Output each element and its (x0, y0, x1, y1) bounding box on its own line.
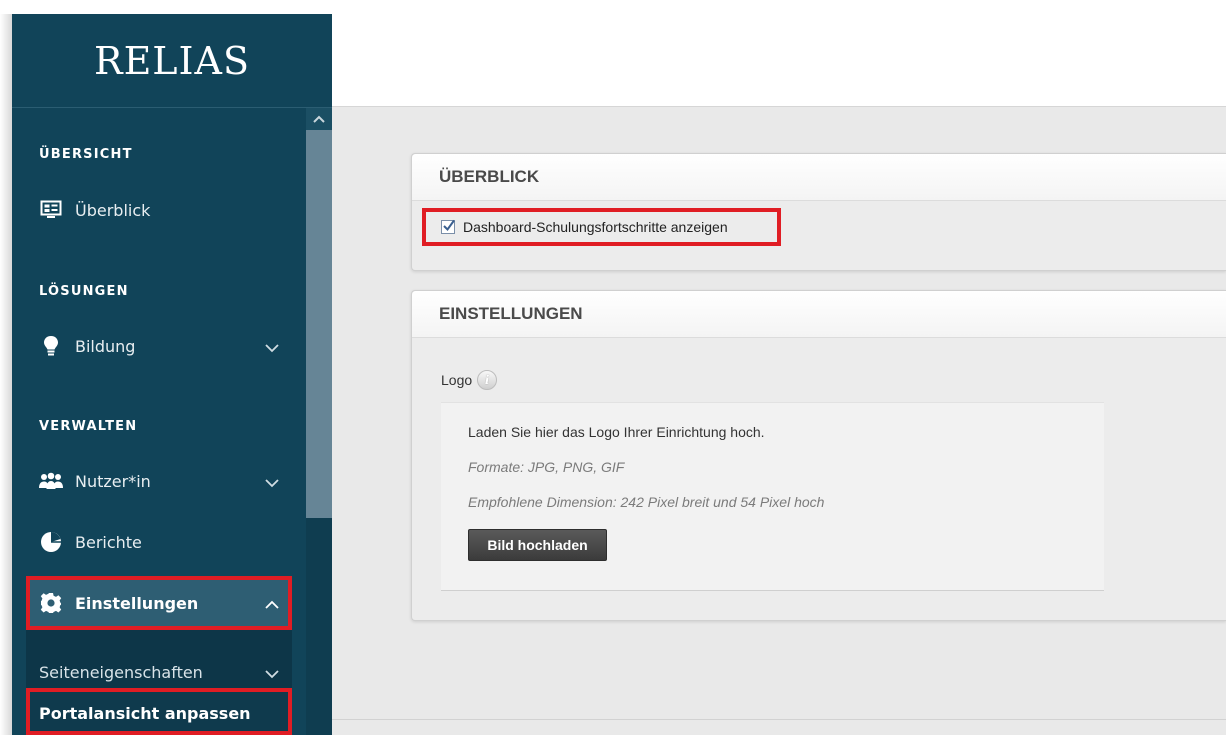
dashboard-progress-checkbox-row[interactable]: Dashboard-Schulungsfortschritte anzeigen (422, 208, 781, 246)
panel-einstellungen: EINSTELLUNGEN Logo i Laden Sie hier das … (411, 290, 1226, 621)
panel-title: EINSTELLUNGEN (412, 291, 1226, 338)
sidebar-divider (12, 107, 332, 108)
chevron-down-icon (264, 338, 280, 357)
sidebar: RELIAS ÜBERSICHT Überblick LÖSUNGEN Bild… (12, 14, 332, 735)
logo-field-label: Logo i (441, 370, 498, 390)
upload-dimension: Empfohlene Dimension: 242 Pixel breit un… (468, 494, 825, 510)
scrollbar-thumb[interactable] (306, 130, 332, 518)
upload-instruction: Laden Sie hier das Logo Ihrer Einrichtun… (468, 424, 765, 440)
sidebar-subitem-label: Portalansicht anpassen (39, 704, 251, 723)
checkbox[interactable] (441, 219, 455, 234)
upload-formats: Formate: JPG, PNG, GIF (468, 459, 625, 475)
sidebar-item-label: Einstellungen (75, 593, 199, 613)
sidebar-item-berichte[interactable]: Berichte (26, 519, 292, 565)
chevron-down-icon (264, 473, 280, 492)
sidebar-item-einstellungen[interactable]: Einstellungen (26, 576, 292, 630)
lightbulb-icon (39, 334, 63, 358)
gear-icon (39, 591, 63, 615)
top-bar (332, 14, 1226, 107)
info-icon-glyph: i (484, 373, 490, 387)
dashboard-icon (39, 198, 63, 222)
pie-chart-icon (39, 530, 63, 554)
sidebar-scrollbar[interactable] (306, 108, 332, 735)
brand-logo-text: RELIAS (93, 38, 251, 83)
scroll-up-icon[interactable] (306, 108, 332, 130)
sidebar-item-bildung[interactable]: Bildung (26, 323, 292, 369)
app-window: RELIAS ÜBERSICHT Überblick LÖSUNGEN Bild… (0, 0, 1226, 735)
sidebar-item-label: Bildung (75, 336, 136, 356)
sidebar-item-nutzer[interactable]: Nutzer*in (26, 458, 292, 504)
logo-upload-box: Laden Sie hier das Logo Ihrer Einrichtun… (441, 402, 1104, 591)
sidebar-item-ueberblick[interactable]: Überblick (26, 187, 292, 233)
settings-submenu: Seiteneigenschaften Portalansicht anpass… (26, 630, 292, 735)
section-label-loesungen: LÖSUNGEN (39, 284, 129, 299)
section-label-uebersicht: ÜBERSICHT (39, 147, 133, 162)
info-icon[interactable]: i (477, 370, 498, 390)
chevron-down-icon (264, 664, 280, 683)
sidebar-item-label: Berichte (75, 532, 142, 552)
logo-label-text: Logo (441, 372, 473, 388)
sidebar-item-label: Nutzer*in (75, 471, 151, 491)
window-top-edge (0, 0, 1226, 14)
brand-logo[interactable]: RELIAS (12, 14, 332, 107)
sidebar-item-label: Überblick (75, 200, 151, 220)
footer-divider (332, 719, 1226, 720)
sidebar-subitem-portalansicht[interactable]: Portalansicht anpassen (26, 688, 292, 735)
panel-title: ÜBERBLICK (412, 154, 1226, 201)
upload-image-button[interactable]: Bild hochladen (468, 529, 607, 561)
users-icon (39, 469, 63, 493)
sidebar-subitem-label: Seiteneigenschaften (39, 662, 203, 682)
checkbox-label: Dashboard-Schulungsfortschritte anzeigen (463, 219, 728, 235)
panel-ueberblick: ÜBERBLICK Dashboard-Schulungsfortschritt… (411, 153, 1226, 271)
window-left-edge (0, 14, 12, 735)
chevron-up-icon (264, 595, 280, 614)
section-label-verwalten: VERWALTEN (39, 419, 138, 434)
